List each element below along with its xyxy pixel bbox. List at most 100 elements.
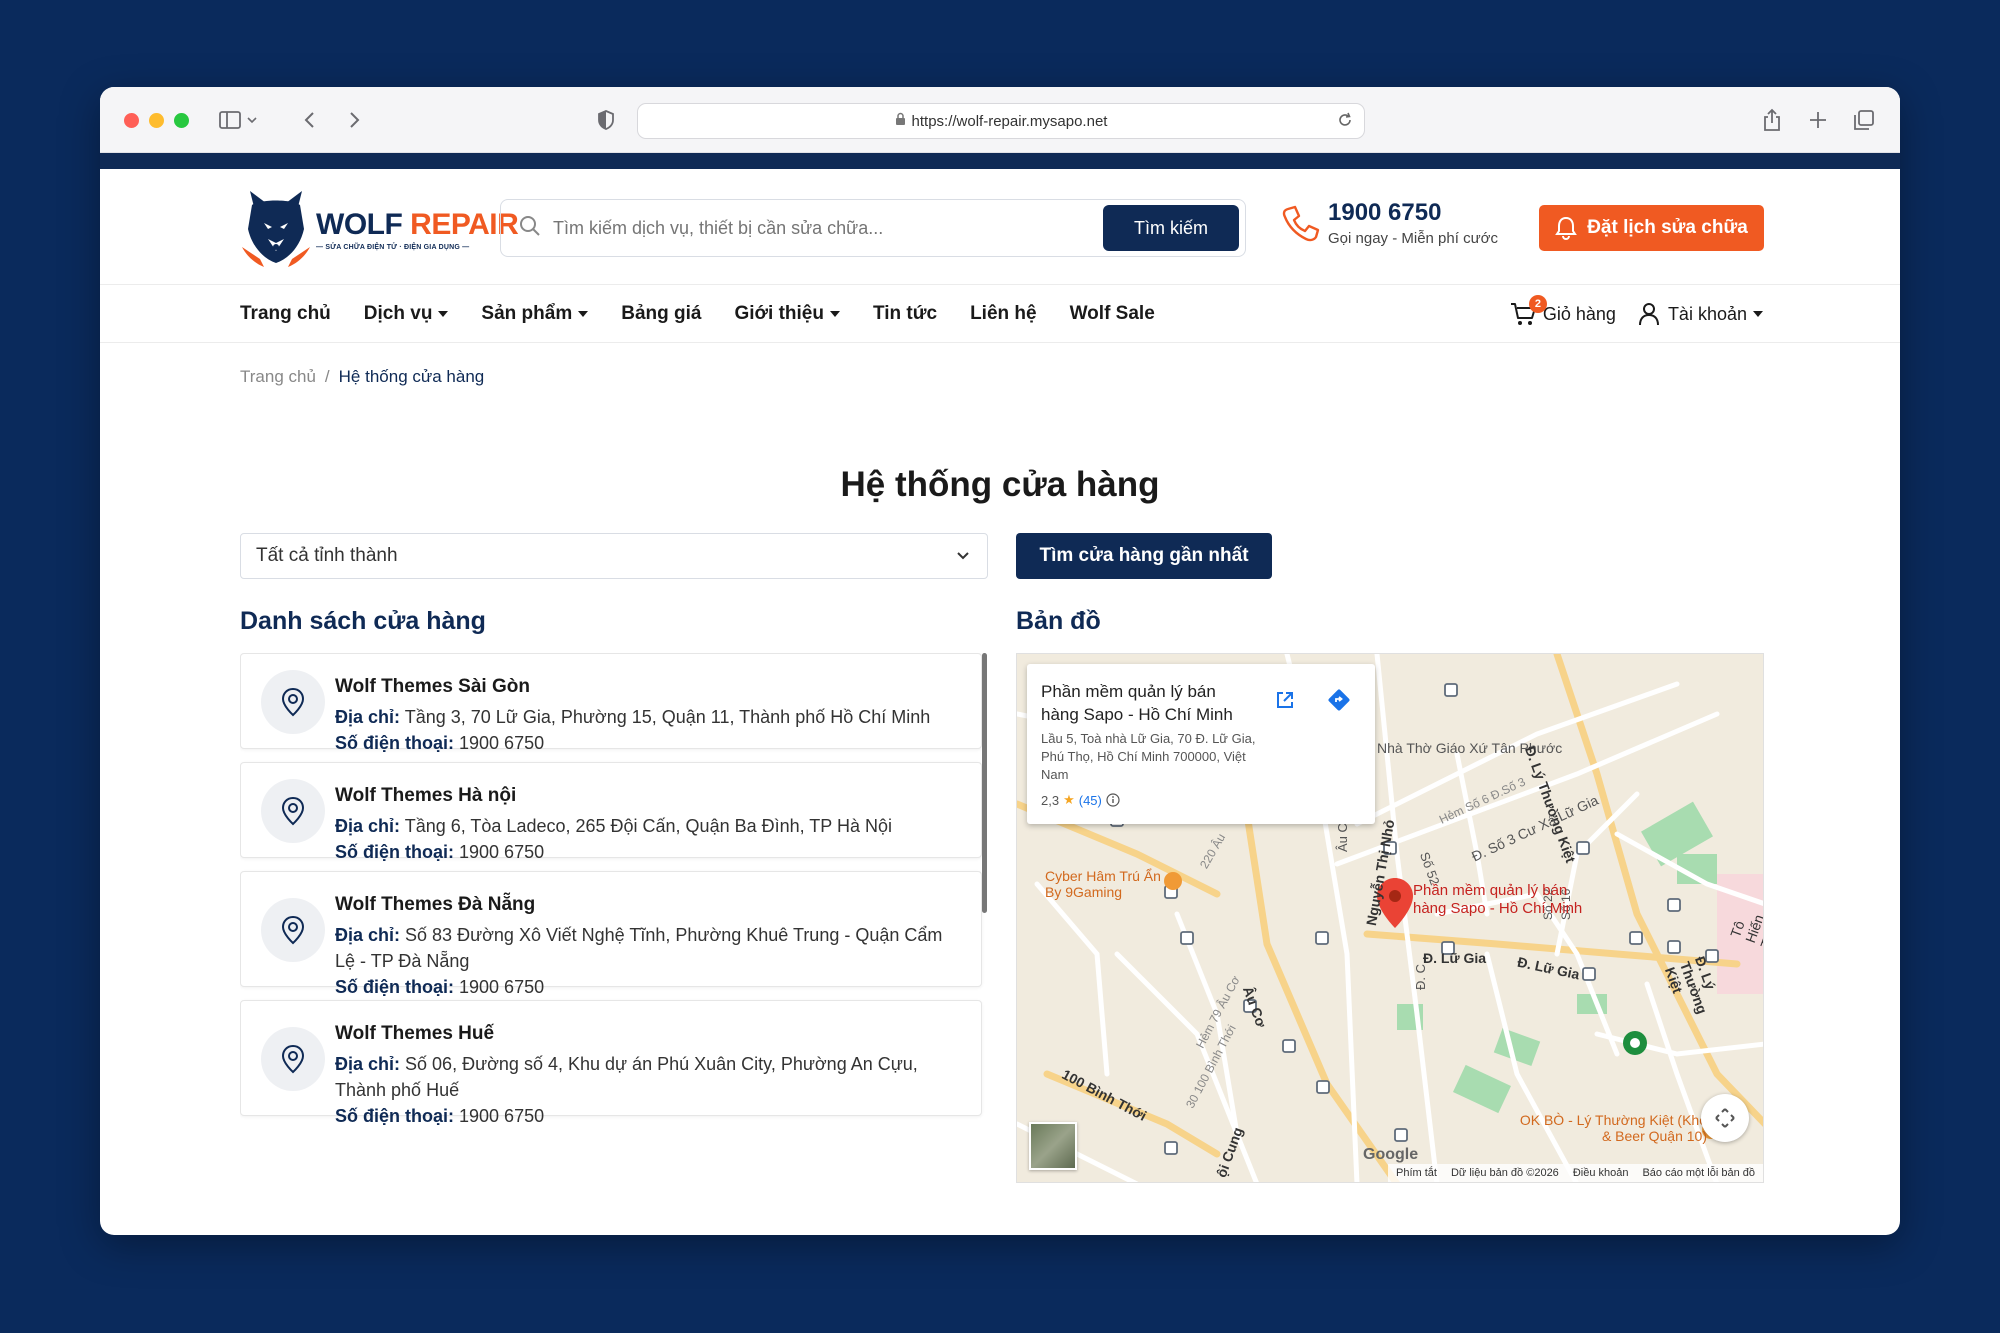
map-footer: Phím tắt Dữ liệu bản đồ ©2026 Điều khoản Bá… <box>1388 1164 1763 1182</box>
find-nearest-store-button[interactable]: Tìm cửa hàng gần nhất <box>1016 533 1272 579</box>
nav-item[interactable]: Dịch vụ <box>364 303 449 325</box>
cart-button[interactable]: 2 Giỏ hàng <box>1509 295 1616 327</box>
site-header: WOLF REPAIR — SỬA CHỮA ĐIỆN TỬ · ĐIỆN GI… <box>100 169 1900 285</box>
store-list-scrollbar[interactable] <box>982 653 987 913</box>
wolf-logo-icon <box>242 191 310 267</box>
store-phone: Số điện thoại: 1900 6750 <box>335 730 963 756</box>
hotline-subtext: Gọi ngay - Miễn phí cước <box>1328 230 1498 247</box>
store-phone-label: Số điện thoại: <box>335 977 454 997</box>
nav-item[interactable]: Liên hệ <box>970 303 1037 325</box>
search-button[interactable]: Tìm kiếm <box>1103 205 1239 251</box>
map-footer-link[interactable]: Phím tắt <box>1396 1167 1437 1179</box>
store-card[interactable]: Wolf Themes Đà Nẵng Địa chỉ: Số 83 Đường … <box>240 871 982 997</box>
hotline-number: 1900 6750 <box>1328 199 1442 226</box>
breadcrumb-current: Hệ thống cửa hàng <box>338 367 485 386</box>
plus-icon <box>1810 112 1826 128</box>
store-list[interactable]: Wolf Themes Sài Gòn Địa chỉ: Tầng 3, 70 L… <box>240 653 1000 1183</box>
nav-item[interactable]: Trang chủ <box>240 303 331 325</box>
store-address-label: Địa chỉ: <box>335 1054 401 1074</box>
rating-value: 2,3 <box>1041 792 1060 808</box>
search-bar: Tìm kiếm <box>500 199 1246 257</box>
store-phone-label: Số điện thoại: <box>335 1106 454 1126</box>
caret-down-icon <box>829 311 840 317</box>
forward-button[interactable] <box>338 104 370 136</box>
new-tab-button[interactable] <box>1802 104 1834 136</box>
map-label-okbo: OK BÒ - Lý Thường Kiệt (Kho & Beer Quận … <box>1519 1112 1707 1144</box>
store-phone-value: 1900 6750 <box>459 1106 545 1126</box>
breadcrumb: Trang chủ / Hệ thống cửa hàng <box>240 367 484 387</box>
store-phone: Số điện thoại: 1900 6750 <box>335 974 963 1000</box>
store-map[interactable]: Nhà Thờ Giáo Xứ Tân Phước Cyber Hâm Trú … <box>1016 653 1764 1183</box>
store-phone-label: Số điện thoại: <box>335 842 454 862</box>
zoom-window-button[interactable] <box>174 113 189 128</box>
store-phone: Số điện thoại: 1900 6750 <box>335 1103 963 1129</box>
directions-icon <box>1328 689 1350 711</box>
nav-item[interactable]: Bảng giá <box>621 303 701 325</box>
store-name: Wolf Themes Đà Nẵng <box>335 894 536 915</box>
map-footer-link[interactable]: Báo cáo một lỗi bản đồ <box>1642 1167 1755 1179</box>
directions-button[interactable] <box>1323 684 1355 716</box>
top-strip <box>100 153 1900 169</box>
site-logo[interactable]: WOLF REPAIR — SỬA CHỮA ĐIỆN TỬ · ĐIỆN GI… <box>240 189 519 269</box>
fullscreen-icon <box>1715 1108 1735 1128</box>
store-address-value: Tầng 3, 70 Lữ Gia, Phường 15, Quận 11, T… <box>404 707 931 727</box>
shield-icon <box>598 110 614 130</box>
map-pin-label: Phần mềm quản lý bán hàng Sapo - Hồ Chí … <box>1413 882 1603 918</box>
store-card[interactable]: Wolf Themes Huế Địa chỉ: Số 06, Đường số … <box>240 1000 982 1126</box>
account-label: Tài khoản <box>1667 303 1747 324</box>
store-card[interactable]: Wolf Themes Hà nội Địa chỉ: Tầng 6, Tòa L… <box>240 762 982 862</box>
minimize-window-button[interactable] <box>149 113 164 128</box>
map-info-address: Lầu 5, Toà nhà Lữ Gia, 70 Đ. Lữ Gia, Phú… <box>1041 731 1256 782</box>
nav-item[interactable]: Wolf Sale <box>1070 303 1155 325</box>
caret-down-icon <box>438 311 449 317</box>
nav-item[interactable]: Giới thiệu <box>734 303 840 325</box>
book-repair-button[interactable]: Đặt lịch sửa chữa <box>1539 205 1764 251</box>
province-select[interactable]: Tất cả tỉnh thành <box>240 533 988 579</box>
map-fullscreen-button[interactable] <box>1701 1094 1749 1142</box>
store-name: Wolf Themes Sài Gòn <box>335 676 530 697</box>
map-footer-link[interactable]: Điều khoản <box>1573 1167 1629 1179</box>
map-title: Bản đồ <box>1016 607 1101 635</box>
store-address-value: Số 83 Đường Xô Viết Nghệ Tĩnh, Phường Kh… <box>335 925 943 971</box>
store-name: Wolf Themes Huế <box>335 1023 495 1044</box>
close-window-button[interactable] <box>124 113 139 128</box>
store-name: Wolf Themes Hà nội <box>335 785 517 806</box>
info-icon[interactable] <box>1106 793 1120 807</box>
account-menu[interactable]: Tài khoản <box>1638 302 1763 326</box>
store-address: Địa chỉ: Số 06, Đường số 4, Khu dự án Ph… <box>335 1051 963 1103</box>
bell-icon <box>1555 216 1578 240</box>
map-info-card[interactable]: Phần mềm quản lý bán hàng Sapo - Hồ Chí … <box>1027 664 1375 824</box>
share-button[interactable] <box>1756 104 1788 136</box>
google-logo: Google <box>1363 1146 1419 1163</box>
sidebar-icon <box>219 111 257 129</box>
store-address-value: Số 06, Đường số 4, Khu dự án Phú Xuân Ci… <box>335 1054 918 1100</box>
store-phone: Số điện thoại: 1900 6750 <box>335 839 963 865</box>
hotline[interactable]: 1900 6750 Gọi ngay - Miễn phí cước <box>1280 199 1498 247</box>
store-address: Địa chỉ: Số 83 Đường Xô Viết Nghệ Tĩnh, … <box>335 922 963 974</box>
store-card[interactable]: Wolf Themes Sài Gòn Địa chỉ: Tầng 3, 70 L… <box>240 653 982 753</box>
nav-item-label: Liên hệ <box>970 303 1037 324</box>
cart-label: Giỏ hàng <box>1542 303 1616 324</box>
breadcrumb-separator: / <box>324 367 330 386</box>
privacy-shield-button[interactable] <box>590 104 622 136</box>
caret-down-icon <box>578 311 589 317</box>
lock-icon <box>895 112 906 130</box>
tab-overview-button[interactable] <box>1848 104 1880 136</box>
map-info-rating: 2,3 ★ (45) <box>1041 792 1361 808</box>
map-label-cyber: Cyber Hâm Trú Ẩn By 9Gaming <box>1045 868 1161 900</box>
back-button[interactable] <box>294 104 326 136</box>
search-input[interactable] <box>553 217 1103 239</box>
nav-item[interactable]: Tin tức <box>873 303 937 325</box>
open-in-maps-button[interactable] <box>1269 684 1301 716</box>
satellite-view-toggle[interactable] <box>1029 1122 1077 1170</box>
reload-icon[interactable] <box>1336 111 1354 133</box>
address-bar[interactable]: https://wolf-repair.mysapo.net <box>637 103 1365 139</box>
breadcrumb-home[interactable]: Trang chủ <box>240 367 316 386</box>
nav-item-label: Giới thiệu <box>734 303 824 324</box>
review-count-link[interactable]: (45) <box>1079 793 1102 808</box>
window-controls <box>124 113 189 128</box>
sidebar-toggle-button[interactable] <box>214 104 262 136</box>
star-icon: ★ <box>1063 792 1075 807</box>
book-repair-label: Đặt lịch sửa chữa <box>1587 217 1748 238</box>
nav-item[interactable]: Sản phẩm <box>481 303 589 325</box>
